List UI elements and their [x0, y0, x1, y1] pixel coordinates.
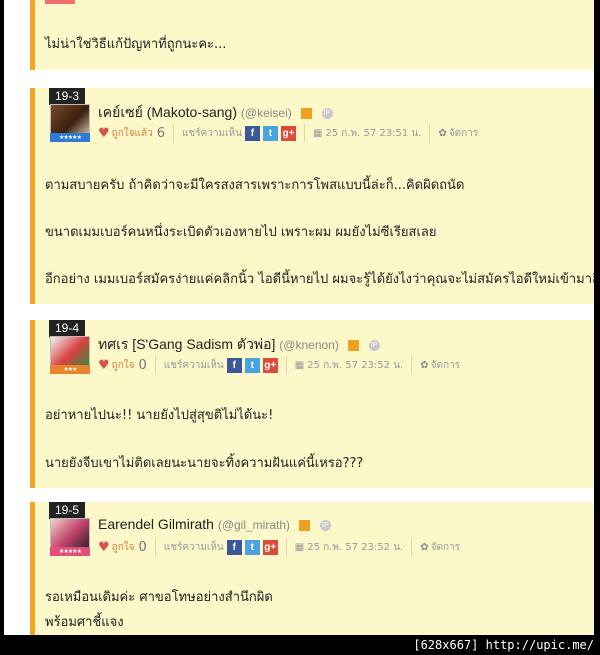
commenter-name[interactable]: ทศเร [S'Gang Sadism ตัวพ่อ] (@knenon) IP [98, 334, 380, 356]
comment-paragraph: พร้อมศาชี้แจง [45, 615, 124, 630]
comment-thread: ไม่น่าใช่วิธีแก้ปัญหาที่ถูกนะคะ... 19-3 … [4, 0, 594, 635]
manage-link[interactable]: จัดการ [431, 358, 460, 373]
calendar-icon: ▦ [294, 359, 305, 371]
comment-paragraph: ขนาดเมมเบอร์คนหนึ่งระเบิดตัวเองหายไป เพร… [45, 225, 437, 240]
comment-date: 25 ก.พ. 57 23:52 น. [307, 541, 404, 553]
like-button[interactable]: ถูกใจแล้ว [112, 126, 153, 141]
like-button[interactable]: ถูกใจ [112, 358, 135, 373]
comment-text: ไม่น่าใช่วิธีแก้ปัญหาที่ถูกนะคะ... [45, 37, 227, 52]
display-name[interactable]: เคย์เซย์ (Makoto-sang) [98, 104, 237, 120]
comment-19-3: 19-3 ★★★★★ เคย์เซย์ (Makoto-sang) (@keis… [30, 88, 594, 304]
commenter-name[interactable]: Earendel Gilmirath (@gil_mirath) IP [98, 516, 331, 532]
calendar-icon: ▦ [312, 127, 323, 139]
heart-icon[interactable]: ♥ [98, 540, 110, 555]
rank-badge: ★★★★★ [50, 547, 90, 556]
divider [285, 356, 287, 374]
ip-icon: IP [321, 107, 333, 119]
avatar[interactable] [50, 336, 90, 366]
comment-meta: ♥ ถูกใจแล้ว 6 แชร์ความเห็น f t g+ ▦ 25 ก… [98, 124, 478, 142]
username-handle: (@keisei) [240, 106, 292, 120]
stats-badge-icon [347, 339, 359, 351]
rank-badge: ★★★ [50, 365, 90, 374]
comment-19-4: 19-4 ★★★ ทศเร [S'Gang Sadism ตัวพ่อ] (@k… [30, 320, 594, 488]
previous-comment-tab [45, 0, 75, 4]
heart-icon[interactable]: ♥ [98, 358, 110, 373]
image-host-footer: [628x667] http://upic.me/ [413, 637, 594, 653]
divider [154, 356, 156, 374]
like-button[interactable]: ถูกใจ [112, 540, 135, 555]
host-url[interactable]: http://upic.me/ [486, 638, 594, 652]
manage-link[interactable]: จัดการ [431, 540, 460, 555]
comment-number: 19-5 [49, 502, 86, 519]
commenter-name[interactable]: เคย์เซย์ (Makoto-sang) (@keisei) IP [98, 102, 333, 124]
display-name[interactable]: ทศเร [S'Gang Sadism ตัวพ่อ] [98, 336, 275, 352]
avatar[interactable] [50, 104, 90, 134]
comment-paragraph: ตามสบายครับ ถ้าคิดว่าจะมีใครสงสารเพราะกา… [45, 178, 465, 193]
twitter-share-icon[interactable]: t [244, 539, 260, 555]
stats-badge-icon [298, 519, 310, 531]
facebook-share-icon[interactable]: f [226, 539, 242, 555]
rank-badge: ★★★★★ [50, 133, 90, 142]
image-size: [628x667] [413, 638, 479, 652]
like-count: 0 [138, 357, 147, 373]
divider [411, 538, 413, 556]
divider [154, 538, 156, 556]
divider [411, 356, 413, 374]
comment-meta: ♥ ถูกใจ 0 แชร์ความเห็น f t g+ ▦ 25 ก.พ. … [98, 356, 460, 374]
share-label: แชร์ความเห็น [163, 359, 224, 371]
comment-paragraph: อีกอย่าง เมมเบอร์สมัครง่ายแค่คลิกนิ้ว ไอ… [45, 272, 594, 287]
google-plus-share-icon[interactable]: g+ [280, 125, 296, 141]
facebook-share-icon[interactable]: f [244, 125, 260, 141]
comment-19-5: 19-5 ★★★★★ Earendel Gilmirath (@gil_mira… [30, 502, 594, 635]
comment-date: 25 ก.พ. 57 23:51 น. [325, 127, 422, 139]
gear-icon[interactable]: ✿ [420, 360, 428, 371]
divider [429, 124, 431, 142]
comment-date: 25 ก.พ. 57 23:52 น. [307, 359, 404, 371]
comment-paragraph: รอเหมือนเดิมค่ะ ศาขอโทษอย่างสำนึกผิด [45, 590, 273, 605]
ip-icon: IP [319, 519, 331, 531]
ip-icon: IP [368, 339, 380, 351]
heart-icon[interactable]: ♥ [98, 126, 110, 141]
username-handle: (@gil_mirath) [217, 518, 291, 532]
manage-link[interactable]: จัดการ [449, 126, 478, 141]
comment-paragraph: อย่าหายไปนะ!! นายยังไปสู่สุขติไม่ได้นะ! [45, 408, 274, 423]
twitter-share-icon[interactable]: t [262, 125, 278, 141]
avatar[interactable] [50, 518, 90, 548]
divider [303, 124, 305, 142]
twitter-share-icon[interactable]: t [244, 357, 260, 373]
google-plus-share-icon[interactable]: g+ [262, 539, 278, 555]
calendar-icon: ▦ [294, 541, 305, 553]
gear-icon[interactable]: ✿ [420, 542, 428, 553]
like-count: 6 [156, 125, 165, 141]
gear-icon[interactable]: ✿ [438, 128, 446, 139]
comment-number: 19-3 [49, 88, 86, 105]
google-plus-share-icon[interactable]: g+ [262, 357, 278, 373]
share-label: แชร์ความเห็น [181, 127, 242, 139]
previous-comment: ไม่น่าใช่วิธีแก้ปัญหาที่ถูกนะคะ... [30, 0, 594, 70]
facebook-share-icon[interactable]: f [226, 357, 242, 373]
comment-paragraph: นายยังจีบเขาไม่ติดเลยนะนายจะทิ้งความฝันแ… [45, 456, 364, 471]
comment-number: 19-4 [49, 320, 86, 337]
username-handle: (@knenon) [279, 338, 339, 352]
comment-meta: ♥ ถูกใจ 0 แชร์ความเห็น f t g+ ▦ 25 ก.พ. … [98, 538, 460, 556]
display-name[interactable]: Earendel Gilmirath [98, 516, 214, 532]
share-label: แชร์ความเห็น [163, 541, 224, 553]
divider [172, 124, 174, 142]
divider [285, 538, 287, 556]
like-count: 0 [138, 539, 147, 555]
stats-badge-icon [300, 107, 312, 119]
